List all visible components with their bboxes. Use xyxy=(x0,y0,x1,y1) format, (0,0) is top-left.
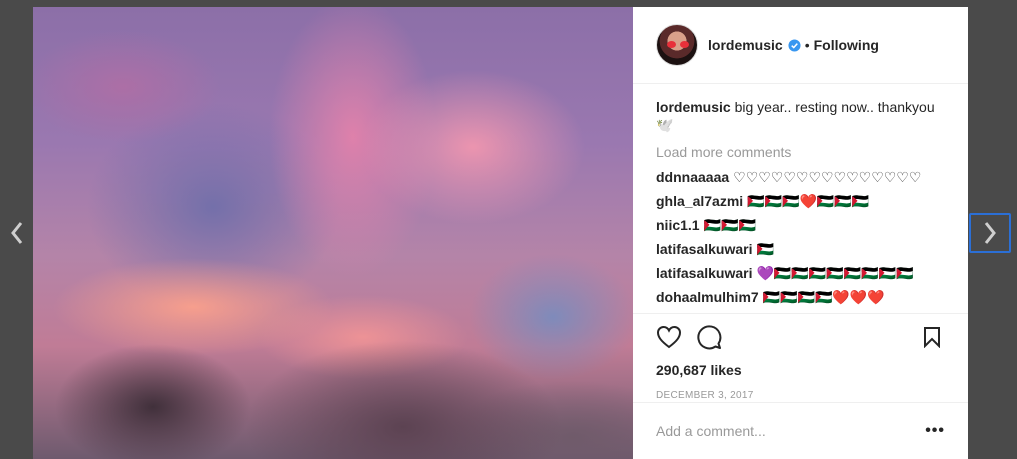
post-caption: lordemusic big year.. resting now.. than… xyxy=(656,98,945,134)
post-image[interactable] xyxy=(33,7,633,459)
comment-icon xyxy=(697,325,722,350)
verified-badge-icon xyxy=(788,38,801,52)
comment-text: 💜🇵🇸🇵🇸🇵🇸🇵🇸🇵🇸🇵🇸🇵🇸🇵🇸 xyxy=(756,265,914,281)
caption-username[interactable]: lordemusic xyxy=(656,99,731,115)
comment-username[interactable]: ghla_al7azmi xyxy=(656,193,743,209)
comment-username[interactable]: ddnnaaaaa xyxy=(656,169,729,185)
comment-item: niic1.1 🇵🇸🇵🇸🇵🇸 xyxy=(656,216,945,234)
comment-item: ddnnaaaaa ♡♡♡♡♡♡♡♡♡♡♡♡♡♡♡ xyxy=(656,168,945,186)
comment-text: 🇵🇸🇵🇸🇵🇸 xyxy=(703,217,756,233)
post-header: lordemusic • Following xyxy=(633,7,968,84)
previous-post-button[interactable] xyxy=(0,213,34,253)
comment-item: dohaalmulhim7 🇵🇸🇵🇸🇵🇸🇵🇸❤️❤️❤️ xyxy=(656,288,945,306)
comment-username[interactable]: latifasalkuwari xyxy=(656,241,753,257)
comment-username[interactable]: latifasalkuwari xyxy=(656,265,753,281)
comment-button[interactable] xyxy=(696,324,722,350)
next-post-button[interactable] xyxy=(969,213,1011,253)
avatar-glasses xyxy=(667,41,689,48)
comment-item: latifasalkuwari 🇵🇸 xyxy=(656,240,945,258)
post-side-panel: lordemusic • Following lordemusic big ye… xyxy=(633,7,968,459)
avatar[interactable] xyxy=(656,24,698,66)
comment-username[interactable]: dohaalmulhim7 xyxy=(656,289,759,305)
more-options-button[interactable]: ••• xyxy=(925,422,945,440)
separator-dot: • xyxy=(804,37,810,53)
comment-text: ♡♡♡♡♡♡♡♡♡♡♡♡♡♡♡ xyxy=(733,169,922,185)
comment-item: latifasalkuwari 💜🇵🇸🇵🇸🇵🇸🇵🇸🇵🇸🇵🇸🇵🇸🇵🇸 xyxy=(656,264,945,282)
likes-count[interactable]: 290,687 likes xyxy=(656,362,945,378)
comment-username[interactable]: niic1.1 xyxy=(656,217,700,233)
bookmark-icon xyxy=(924,327,940,348)
action-row xyxy=(656,324,945,350)
save-button[interactable] xyxy=(919,324,945,350)
comments-list: lordemusic big year.. resting now.. than… xyxy=(633,84,968,316)
like-button[interactable] xyxy=(656,324,682,350)
following-button[interactable]: Following xyxy=(814,37,879,53)
post-date[interactable]: DECEMBER 3, 2017 xyxy=(656,390,945,401)
heart-icon xyxy=(656,325,682,349)
load-more-comments-button[interactable]: Load more comments xyxy=(656,144,945,160)
comment-text: 🇵🇸 xyxy=(756,241,774,257)
username-link[interactable]: lordemusic xyxy=(708,37,783,53)
comment-text: 🇵🇸🇵🇸🇵🇸🇵🇸❤️❤️❤️ xyxy=(762,289,885,305)
comment-item: ghla_al7azmi 🇵🇸🇵🇸🇵🇸❤️🇵🇸🇵🇸🇵🇸 xyxy=(656,192,945,210)
chevron-left-icon xyxy=(11,222,23,244)
comment-input[interactable]: Add a comment... xyxy=(656,423,925,439)
chevron-right-icon xyxy=(984,222,996,244)
add-comment-bar: Add a comment... ••• xyxy=(633,402,968,459)
comment-text: 🇵🇸🇵🇸🇵🇸❤️🇵🇸🇵🇸🇵🇸 xyxy=(747,193,870,209)
